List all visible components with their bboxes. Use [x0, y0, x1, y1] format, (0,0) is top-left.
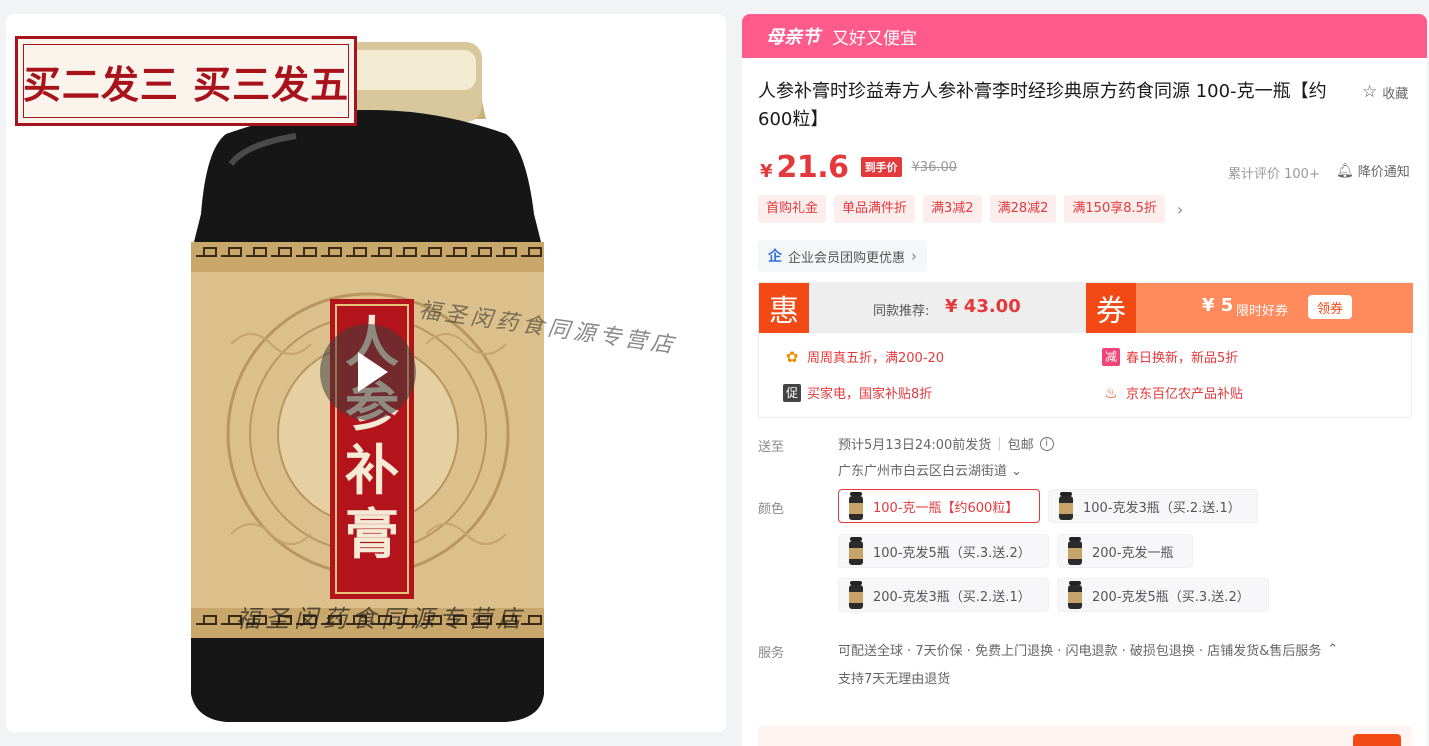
price-symbol: ¥ [760, 161, 773, 182]
star-icon: ☆ [1362, 82, 1378, 102]
video-play-button[interactable] [320, 324, 416, 420]
product-title: 人参补膏时珍益寿方人参补膏李时经珍典原方药食同源 100-克一瓶【约600粒】 [758, 81, 1327, 130]
info-icon[interactable]: i [1039, 436, 1054, 451]
variant-text: 100-克发3瓶（买.2.送.1） [1083, 500, 1241, 516]
service-label: 服务 [758, 646, 785, 661]
bell-icon: 🔔︎ [1336, 162, 1354, 179]
product-thumbnail [847, 537, 865, 565]
claim-coupon-button[interactable]: 领券 [1308, 295, 1352, 319]
original-price: ¥36.00 [911, 160, 958, 175]
price-row: ¥ 21.6 到手价 ¥36.00 [760, 150, 957, 185]
deal-item-text: 春日换新，新品5折 [1126, 351, 1239, 366]
reminder-strip [758, 726, 1412, 746]
enterprise-member-link[interactable]: 企 企业会员团购更优惠 › [758, 240, 928, 272]
address-text: 广东广州市白云区白云湖街道 [838, 464, 1008, 479]
enterprise-icon: 企 [768, 249, 782, 265]
product-thumbnail [847, 492, 865, 520]
product-thumbnail [1057, 492, 1075, 520]
reminder-strip-button[interactable] [1353, 734, 1401, 746]
flower-icon: ✿ [783, 347, 801, 366]
review-count[interactable]: 累计评价 100+ [1228, 163, 1320, 182]
label-char: 补 [345, 438, 399, 502]
deal-item-text: 买家电，国家补贴8折 [807, 387, 933, 402]
service-items: 可配送全球 · 7天价保 · 免费上门退换 · 闪电退款 · 破损包退换 · 店… [838, 644, 1322, 659]
product-thumbnail [1066, 537, 1084, 565]
variant-text: 200-克发一瓶 [1092, 545, 1174, 561]
final-price-badge: 到手价 [860, 157, 902, 177]
price-alert-label: 降价通知 [1357, 165, 1410, 180]
deal-item[interactable]: 促 买家电，国家补贴8折 [783, 383, 932, 402]
variant-text: 200-克发3瓶（买.2.送.1） [873, 589, 1031, 605]
variant-option[interactable]: 200-克发5瓶（买.3.送.2） [1057, 578, 1269, 612]
same-recommendation[interactable]: 惠 同款推荐: ¥ 43.00 [759, 283, 1086, 333]
deal-item-text: 周周真五折，满200-20 [807, 351, 945, 366]
coupon-desc: 限时好券 [1236, 304, 1289, 319]
hui-badge: 惠 [759, 283, 809, 333]
festival-banner[interactable]: 母亲节 又好又便宜 [742, 14, 1427, 58]
watermark-text: 福圣闵药食同源专营店 [236, 605, 526, 633]
festival-slogan: 又好又便宜 [832, 28, 917, 49]
festival-logo: 母亲节 [766, 27, 820, 48]
variant-text: 100-克发5瓶（买.3.送.2） [873, 545, 1031, 561]
variant-option[interactable]: 100-克发5瓶（买.3.送.2） [838, 534, 1049, 568]
promo-tag[interactable]: 满3减2 [923, 195, 982, 223]
product-gallery: 买二发三 买三发五 人 参 补 膏 福圣闵药食同源专营店 福圣闵药食同源专营店 [6, 14, 726, 732]
shipping-label: 包邮 [1007, 438, 1034, 453]
deal-item-text: 京东百亿农产品补贴 [1126, 387, 1244, 402]
variant-option[interactable]: 200-克发一瓶 [1057, 534, 1193, 568]
coupon-badge: 券 [1086, 283, 1136, 333]
variant-text: 200-克发5瓶（买.3.送.2） [1092, 589, 1250, 605]
same-rec-label: 同款推荐: [873, 304, 930, 319]
product-info-panel: 人参补膏时珍益寿方人参补膏李时经珍典原方药食同源 100-克一瓶【约600粒】 … [742, 58, 1427, 746]
chevron-up-icon: ⌃ [1327, 642, 1339, 657]
delivery-label: 送至 [758, 440, 785, 455]
fire-icon: ♨ [1102, 383, 1120, 402]
label-char: 膏 [345, 502, 399, 566]
variant-option[interactable]: 100-克一瓶【约600粒】 [838, 489, 1040, 523]
product-thumbnail [847, 581, 865, 609]
promo-stamp: 买二发三 买三发五 [15, 36, 357, 126]
variant-option[interactable]: 200-克发3瓶（买.2.送.1） [838, 578, 1049, 612]
price-alert-button[interactable]: 🔔︎ 降价通知 [1336, 161, 1410, 181]
variant-text: 100-克一瓶【约600粒】 [873, 500, 1019, 516]
delivery-info: 预计5月13日24:00前发货 | 包邮 i [838, 434, 1054, 453]
service-list[interactable]: 可配送全球 · 7天价保 · 免费上门退换 · 闪电退款 · 破损包退换 · 店… [838, 640, 1338, 659]
promo-stamp-text: 买二发三 买三发五 [22, 61, 350, 107]
promo-tags: 首购礼金 单品满件折 满3减2 满28减2 满150享8.5折 › [758, 195, 1183, 223]
chevron-right-icon: › [911, 247, 918, 265]
chevron-right-icon[interactable]: › [1177, 200, 1183, 219]
deal-item[interactable]: 减 春日换新，新品5折 [1102, 347, 1238, 366]
product-thumbnail [1066, 581, 1084, 609]
chevron-down-icon: ⌄ [1011, 464, 1023, 479]
delivery-eta: 预计5月13日24:00前发货 [838, 438, 992, 453]
divider: | [997, 436, 1002, 451]
same-rec-price: ¥ 43.00 [945, 296, 1021, 317]
price-value: 21.6 [776, 150, 850, 185]
coupon-area: 券 ¥ 5 限时好券 领券 [1086, 283, 1413, 333]
enterprise-label: 企业会员团购更优惠 [788, 250, 906, 266]
promo-tag[interactable]: 单品满件折 [834, 195, 916, 223]
variant-option[interactable]: 100-克发3瓶（买.2.送.1） [1048, 489, 1258, 523]
promo-tag[interactable]: 首购礼金 [758, 195, 827, 223]
favorite-button[interactable]: ☆ 收藏 [1362, 82, 1408, 102]
promo-tag[interactable]: 满28减2 [989, 195, 1057, 223]
deal-item[interactable]: ♨ 京东百亿农产品补贴 [1102, 383, 1243, 402]
discount-icon: 减 [1102, 347, 1120, 366]
favorite-label: 收藏 [1382, 86, 1409, 102]
return-policy: 支持7天无理由退货 [838, 672, 951, 687]
variant-label: 颜色 [758, 502, 785, 517]
promo-tag[interactable]: 满150享8.5折 [1064, 195, 1165, 223]
deal-box: 惠 同款推荐: ¥ 43.00 券 ¥ 5 限时好券 领券 ✿ 周周真五折，满2… [758, 282, 1413, 418]
deal-item[interactable]: ✿ 周周真五折，满200-20 [783, 347, 944, 366]
coupon-value: ¥ 5 [1202, 295, 1234, 316]
address-selector[interactable]: 广东广州市白云区白云湖街道 ⌄ [838, 460, 1022, 479]
promo-icon: 促 [783, 383, 801, 402]
